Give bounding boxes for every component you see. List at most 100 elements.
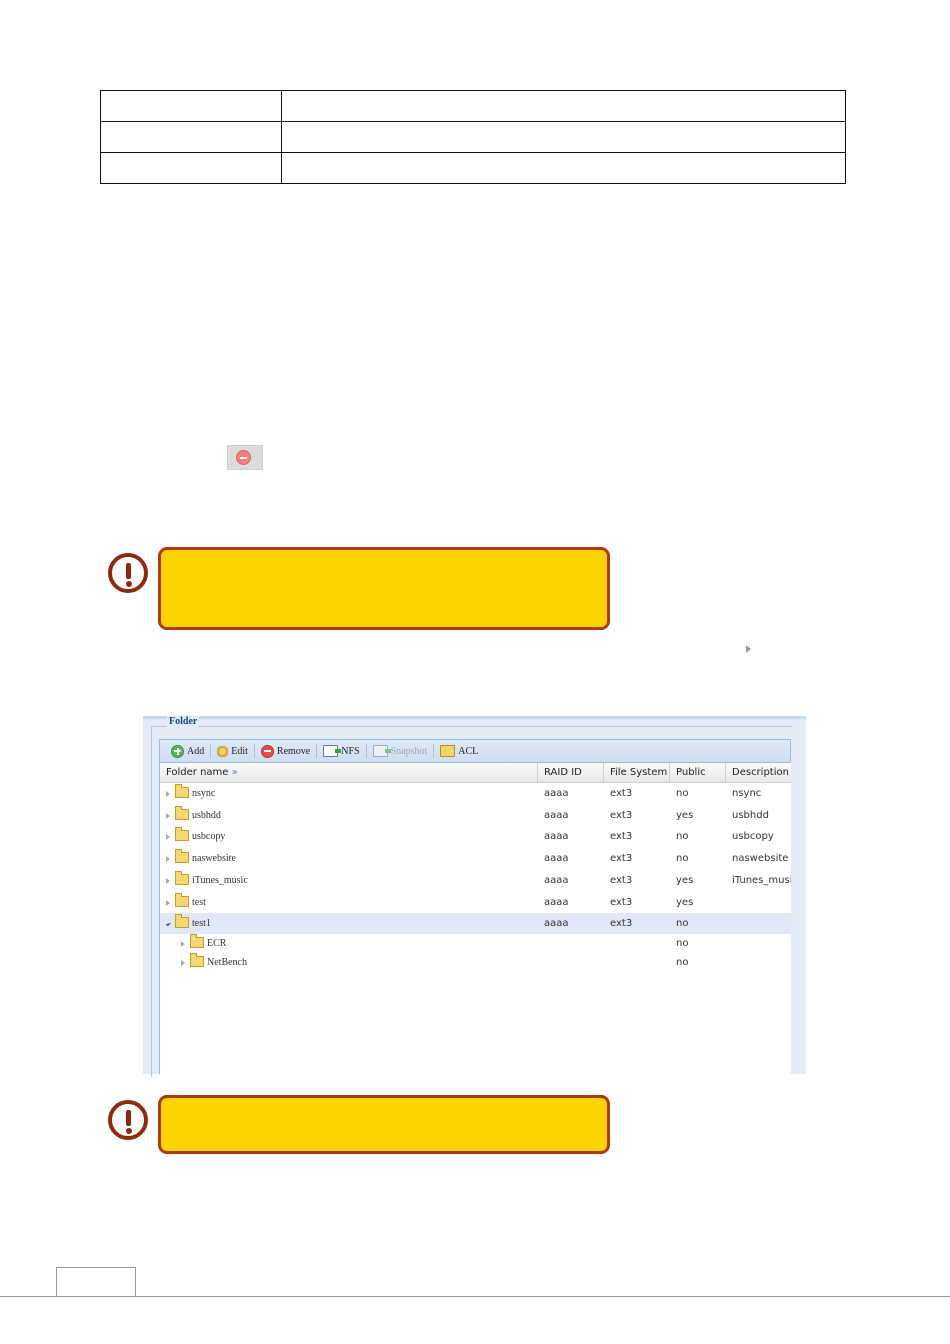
fs-cell: ext3 [610, 875, 633, 886]
column-folder-name[interactable]: Folder name » [160, 763, 538, 782]
folder-name-cell: naswebsite [160, 848, 538, 869]
folder-name: iTunes_music [192, 875, 248, 886]
desc-cell [726, 952, 792, 973]
warning-icon [108, 553, 148, 593]
folder-icon [175, 827, 189, 842]
edit-button[interactable]: Edit [212, 741, 253, 761]
public-cell: yes [676, 810, 694, 821]
warning-icon [108, 1100, 148, 1140]
folder-icon [190, 953, 204, 968]
acl-icon [440, 745, 456, 757]
table-row[interactable]: nsync aaaa ext3 no nsync [160, 783, 791, 804]
raid-cell: aaaa [544, 875, 569, 886]
raid-cell: aaaa [544, 918, 569, 929]
desc-cell [726, 913, 792, 934]
desc-cell: usbcopy [732, 831, 774, 842]
expand-arrow-icon[interactable] [166, 790, 170, 797]
fs-cell: ext3 [610, 918, 633, 929]
folder-name-cell: ECR [175, 933, 538, 954]
table-row [100, 152, 846, 184]
expand-arrow-icon[interactable] [166, 855, 170, 862]
desc-cell: usbhdd [732, 810, 769, 821]
double-chevron-icon: » [231, 767, 238, 778]
folder-name: usbhdd [192, 810, 221, 821]
column-file-system[interactable]: File System [604, 763, 670, 782]
public-cell: no [676, 957, 689, 968]
desc-cell: iTunes_music [732, 875, 792, 886]
folder-icon [175, 914, 189, 929]
folder-grid: Folder name » RAID ID File System Public… [159, 763, 792, 1074]
remove-icon [236, 450, 251, 465]
column-raid-id[interactable]: RAID ID [538, 763, 604, 782]
public-cell: no [676, 918, 689, 929]
raid-cell: aaaa [544, 831, 569, 842]
table-row [100, 121, 846, 153]
folder-icon [175, 893, 189, 908]
table-row[interactable]: test1 aaaa ext3 no [160, 913, 791, 934]
folder-icon [175, 784, 189, 799]
expand-arrow-icon[interactable] [166, 877, 170, 884]
snapshot-button[interactable]: Snapshot [368, 741, 433, 761]
grid-header: Folder name » RAID ID File System Public… [160, 763, 791, 783]
table-row[interactable]: usbhdd aaaa ext3 yes usbhdd [160, 805, 791, 826]
remove-button-illustration [227, 445, 263, 470]
folder-name: naswebsite [192, 853, 236, 864]
folder-panel: Folder Add Edit Remove NFS Snapshot ACL … [143, 716, 806, 1077]
add-button[interactable]: Add [166, 741, 209, 761]
expand-arrow-icon[interactable] [166, 812, 170, 819]
table-row[interactable]: test aaaa ext3 yes [160, 892, 791, 913]
expand-arrow-icon[interactable] [181, 940, 185, 947]
column-public[interactable]: Public [670, 763, 726, 782]
folder-icon [190, 934, 204, 949]
table-row[interactable]: ECR no [160, 933, 791, 954]
folder-name-cell: usbhdd [160, 805, 538, 826]
expand-arrow-icon [746, 645, 751, 653]
warning-note-box [158, 547, 610, 630]
fs-cell: ext3 [610, 897, 633, 908]
table-row[interactable]: iTunes_music aaaa ext3 yes iTunes_music [160, 870, 792, 891]
desc-cell: nsync [732, 788, 762, 799]
acl-button[interactable]: ACL [435, 741, 483, 761]
remove-icon [260, 744, 274, 758]
folder-name-cell: NetBench [175, 952, 538, 973]
folder-name: ECR [207, 938, 227, 949]
table-row[interactable]: usbcopy aaaa ext3 no usbcopy [160, 826, 791, 847]
warning-note-box [158, 1095, 610, 1154]
nfs-icon [323, 745, 342, 757]
add-icon [171, 744, 184, 758]
folder-icon [175, 806, 189, 821]
folder-name-cell: usbcopy [160, 826, 538, 847]
expand-arrow-icon[interactable] [181, 959, 185, 966]
folder-toolbar: Add Edit Remove NFS Snapshot ACL [159, 739, 791, 763]
fs-cell [604, 933, 670, 954]
fs-cell: ext3 [610, 810, 633, 821]
fs-cell: ext3 [610, 831, 633, 842]
raid-cell: aaaa [544, 897, 569, 908]
panel-legend: Folder [167, 716, 200, 727]
desc-cell [726, 892, 792, 913]
desc-cell: naswebsite [732, 853, 789, 864]
public-cell: yes [676, 897, 694, 908]
folder-name: test [192, 897, 206, 908]
snapshot-icon [372, 745, 391, 757]
expand-arrow-icon[interactable] [166, 899, 170, 906]
remove-button[interactable]: Remove [256, 741, 315, 761]
parameter-table [100, 90, 846, 184]
table-row[interactable]: NetBench no [160, 952, 791, 973]
folder-name: nsync [192, 788, 216, 799]
table-row[interactable]: naswebsite aaaa ext3 no naswebsite [160, 848, 791, 869]
folder-name: usbcopy [192, 831, 226, 842]
raid-cell [538, 933, 604, 954]
collapse-arrow-icon[interactable] [165, 920, 172, 927]
public-cell: no [676, 853, 689, 864]
folder-name-cell: test [160, 892, 538, 913]
folder-icon [175, 871, 189, 886]
nfs-button[interactable]: NFS [318, 741, 364, 761]
fs-cell: ext3 [610, 853, 633, 864]
expand-arrow-icon[interactable] [166, 833, 170, 840]
footer-rule [0, 1296, 950, 1297]
column-description[interactable]: Description [726, 763, 792, 782]
folder-name: test1 [192, 918, 211, 929]
raid-cell [538, 952, 604, 973]
public-cell: no [676, 938, 689, 949]
